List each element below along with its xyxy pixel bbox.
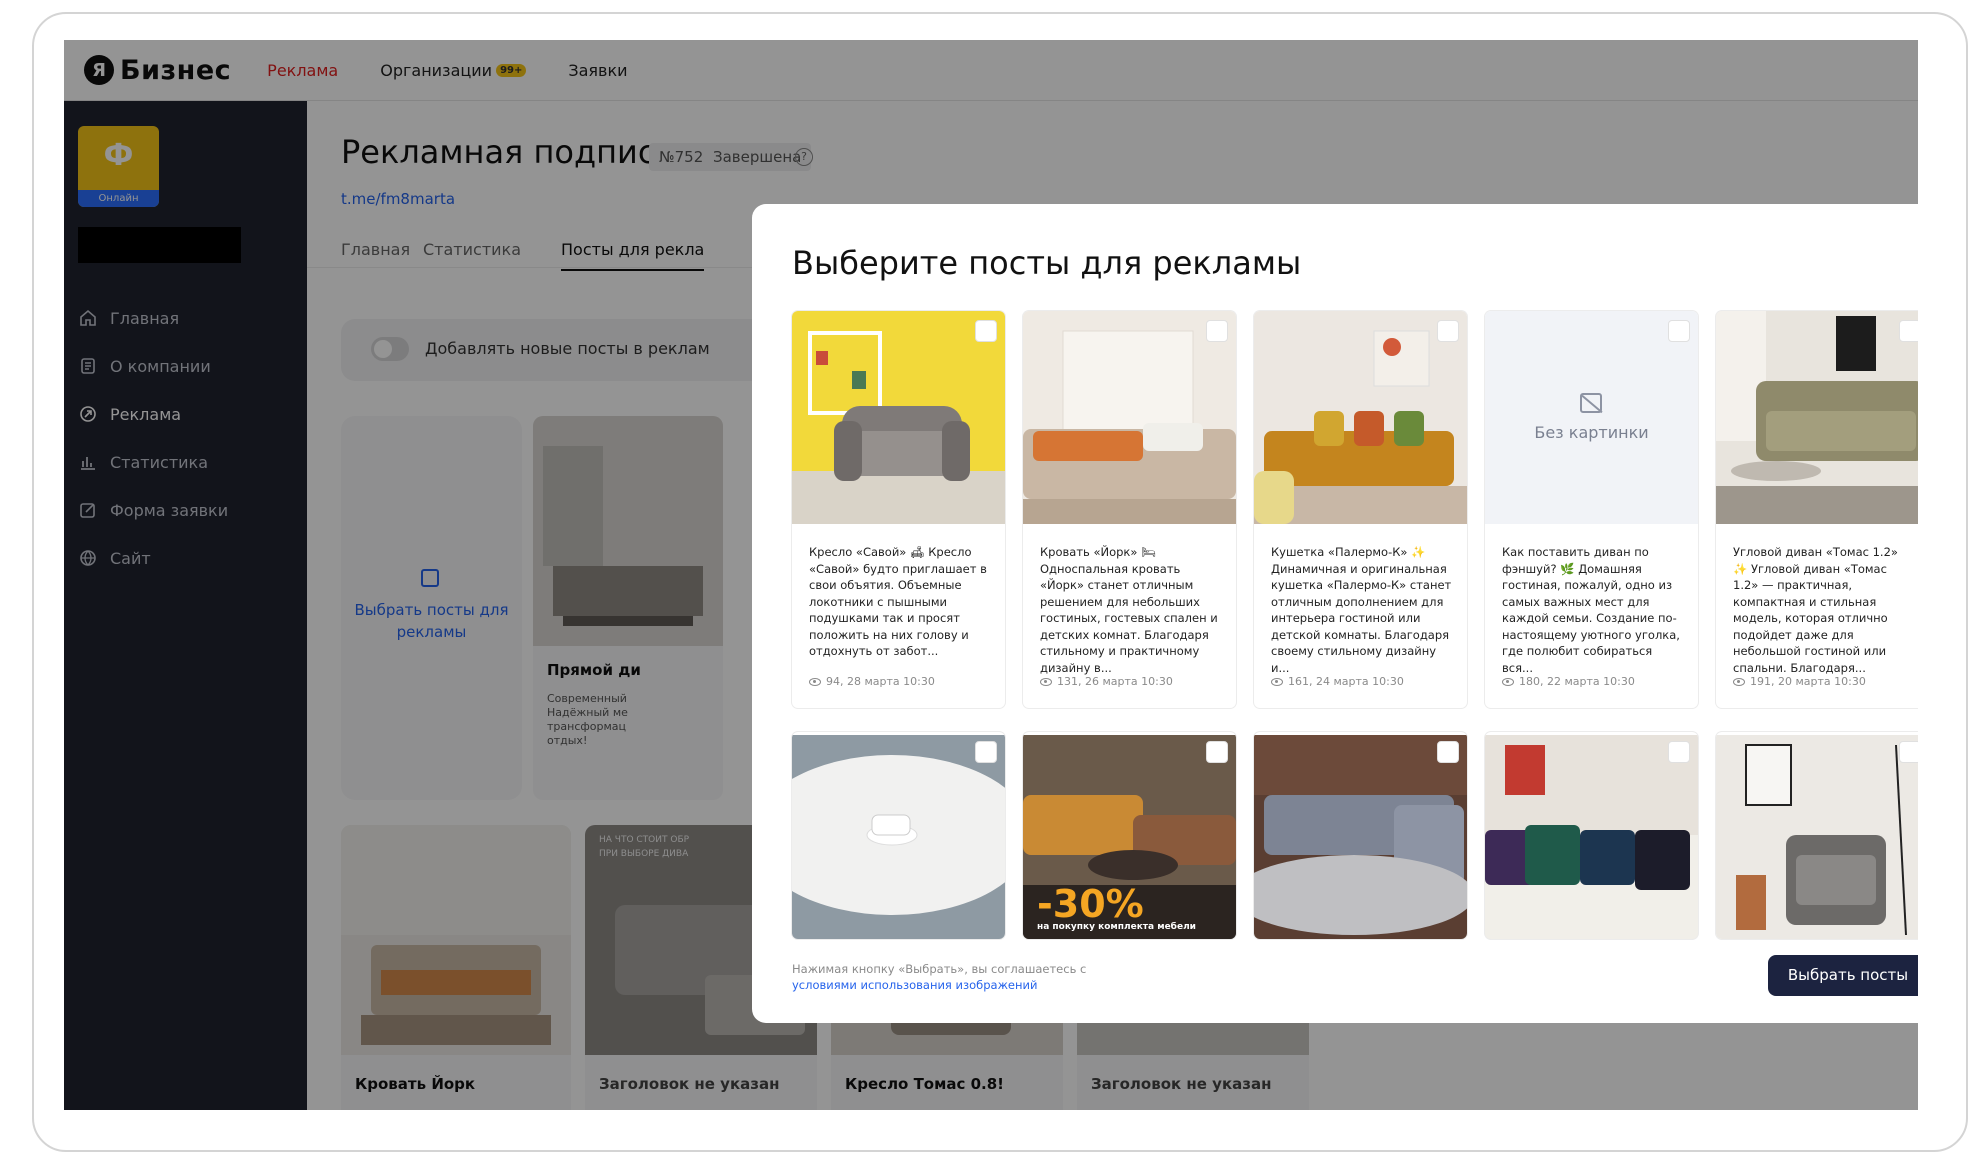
post-meta: 191, 20 марта 10:30	[1733, 675, 1866, 688]
post-card[interactable]	[1254, 732, 1467, 939]
post-views-date: 180, 22 марта 10:30	[1519, 675, 1635, 688]
post-card[interactable]: Кровать «Йорк» 🛏 Односпальная кровать «Й…	[1023, 311, 1236, 708]
post-checkbox[interactable]	[975, 741, 997, 763]
post-image	[1716, 735, 1918, 939]
no-image-label: Без картинки	[1534, 423, 1649, 442]
post-views-date: 191, 20 марта 10:30	[1750, 675, 1866, 688]
post-card[interactable]: -30% на покупку комплекта мебели	[1023, 732, 1236, 939]
post-checkbox[interactable]	[1437, 741, 1459, 763]
consent-text: Нажимая кнопку «Выбрать», вы соглашаетес…	[792, 962, 1087, 976]
post-image	[1023, 311, 1236, 524]
post-checkbox[interactable]	[1437, 320, 1459, 342]
app-window: Я Бизнес Реклама Организации 99+ Заявки …	[64, 40, 1918, 1110]
consent-note: Нажимая кнопку «Выбрать», вы соглашаетес…	[792, 961, 1086, 993]
select-posts-button[interactable]: Выбрать посты	[1768, 955, 1918, 996]
post-views-date: 131, 26 марта 10:30	[1057, 675, 1173, 688]
post-text: Как поставить диван по фэншуй? 🌿 Домашня…	[1502, 545, 1680, 675]
eye-icon	[1040, 677, 1052, 686]
no-image-placeholder: Без картинки	[1485, 311, 1698, 524]
post-image	[1716, 311, 1918, 524]
post-text: Кровать «Йорк» 🛏 Односпальная кровать «Й…	[1040, 545, 1218, 675]
eye-icon	[1271, 677, 1283, 686]
post-checkbox[interactable]	[1668, 741, 1690, 763]
post-image	[1485, 735, 1698, 939]
post-views-date: 94, 28 марта 10:30	[826, 675, 935, 688]
eye-icon	[1733, 677, 1745, 686]
post-card[interactable]: Кушетка «Палермо-К» ✨ Динамичная и ориги…	[1254, 311, 1467, 708]
post-image	[792, 311, 1005, 524]
post-checkbox[interactable]	[1668, 320, 1690, 342]
image-terms-link[interactable]: условиями использования изображений	[792, 977, 1086, 993]
modal-title: Выберите посты для рекламы	[792, 244, 1302, 282]
post-checkbox[interactable]	[1206, 320, 1228, 342]
post-image	[1254, 311, 1467, 524]
post-views-date: 161, 24 марта 10:30	[1288, 675, 1404, 688]
post-text: Угловой диван «Томас 1.2» ✨ Угловой дива…	[1733, 545, 1898, 675]
post-checkbox[interactable]	[1899, 741, 1918, 763]
post-image	[792, 735, 1005, 939]
post-card[interactable]	[1485, 732, 1698, 939]
promo-caption: на покупку комплекта мебели	[1037, 922, 1196, 932]
post-checkbox[interactable]	[975, 320, 997, 342]
select-posts-modal: × Выберите посты для рекламы Кресло «Сав…	[752, 204, 1918, 1023]
no-image-icon	[1580, 393, 1602, 413]
eye-icon	[1502, 677, 1514, 686]
promo-discount: -30%	[1037, 882, 1144, 926]
post-text: Кушетка «Палермо-К» ✨ Динамичная и ориги…	[1271, 545, 1452, 675]
post-image	[1254, 735, 1467, 939]
eye-icon	[809, 677, 821, 686]
post-meta: 94, 28 марта 10:30	[809, 675, 935, 688]
post-card[interactable]	[792, 732, 1005, 939]
post-checkbox[interactable]	[1899, 320, 1918, 342]
post-card[interactable]: Без картинки Как поставить диван по фэнш…	[1485, 311, 1698, 708]
post-meta: 131, 26 марта 10:30	[1040, 675, 1173, 688]
post-checkbox[interactable]	[1206, 741, 1228, 763]
promo-overlay: -30% на покупку комплекта мебели	[1023, 732, 1236, 939]
post-card[interactable]	[1716, 732, 1918, 939]
post-card[interactable]: Угловой диван «Томас 1.2» ✨ Угловой дива…	[1716, 311, 1918, 708]
post-text: Кресло «Савой» 🛋 Кресло «Савой» будто пр…	[809, 545, 987, 658]
post-card[interactable]: Кресло «Савой» 🛋 Кресло «Савой» будто пр…	[792, 311, 1005, 708]
post-meta: 161, 24 марта 10:30	[1271, 675, 1404, 688]
post-meta: 180, 22 марта 10:30	[1502, 675, 1635, 688]
